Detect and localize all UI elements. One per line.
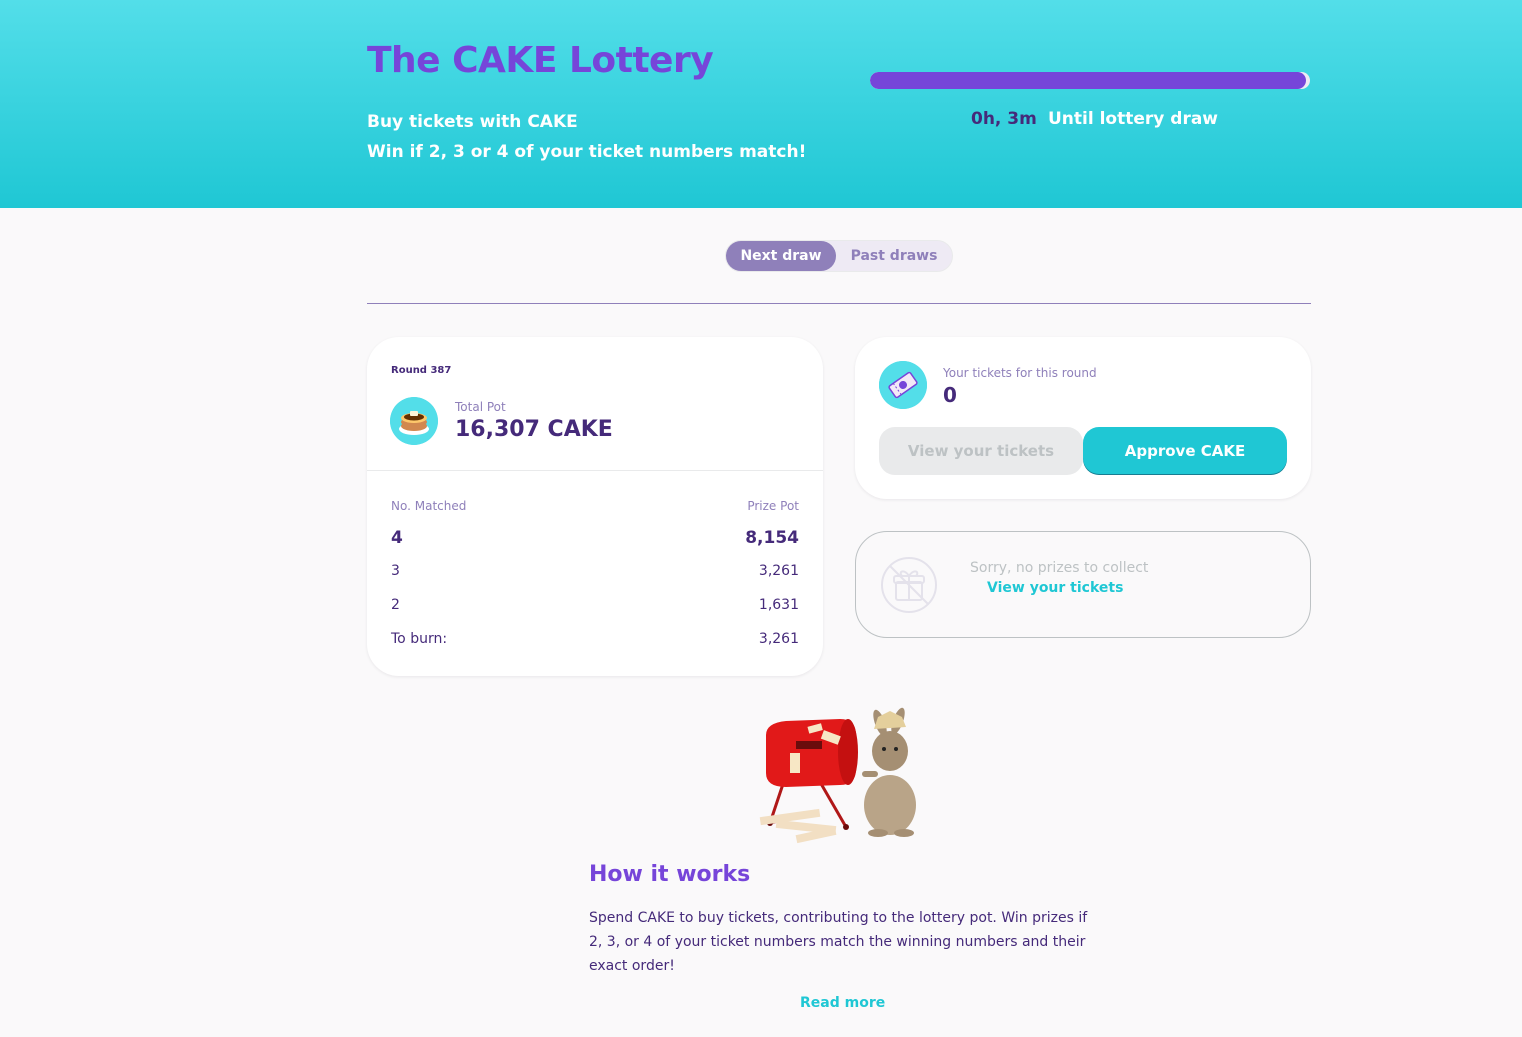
prize-pot-card: Round 387 Total Pot 16,307 CAKE No. Matc…: [367, 337, 823, 676]
table-row: 3 3,261: [391, 563, 799, 579]
matched-value: 3: [391, 563, 400, 579]
matched-value: 2: [391, 597, 400, 613]
tickets-caption: Your tickets for this round: [943, 366, 1097, 380]
tab-next-draw[interactable]: Next draw: [726, 241, 836, 271]
card-divider: [367, 470, 823, 471]
pancake-icon: [390, 397, 438, 445]
no-prizes-message: Sorry, no prizes to collect: [970, 560, 1149, 576]
tab-past-draws[interactable]: Past draws: [836, 241, 952, 271]
prize-collect-card: Sorry, no prizes to collect View your ti…: [855, 531, 1311, 638]
read-more-link[interactable]: Read more: [800, 995, 885, 1011]
hero-banner: The CAKE Lottery Buy tickets with CAKE W…: [0, 0, 1522, 208]
your-tickets-card: Your tickets for this round 0 View your …: [855, 337, 1311, 499]
approve-cake-button[interactable]: Approve CAKE: [1083, 427, 1287, 475]
page-title: The CAKE Lottery: [367, 40, 714, 81]
view-tickets-button[interactable]: View your tickets: [879, 427, 1083, 475]
draw-progress-fill: [870, 72, 1306, 89]
how-it-works-text: Spend CAKE to buy tickets, contributing …: [589, 910, 1088, 974]
table-row: 4 8,154: [391, 528, 799, 548]
matched-header: No. Matched: [391, 499, 467, 513]
table-row: 2 1,631: [391, 597, 799, 613]
prize-value: 3,261: [758, 563, 799, 579]
section-divider: [367, 303, 1311, 304]
matched-value: 4: [391, 528, 403, 548]
hero-subtitle-2: Win if 2, 3 or 4 of your ticket numbers …: [367, 142, 807, 162]
view-your-tickets-link[interactable]: View your tickets: [987, 580, 1123, 596]
burn-value: 3,261: [758, 631, 799, 647]
prize-value: 1,631: [758, 597, 799, 613]
prize-header: Prize Pot: [747, 499, 799, 513]
hero-subtitle-1: Buy tickets with CAKE: [367, 112, 578, 132]
countdown-label: Until lottery draw: [1048, 109, 1219, 129]
draw-progress-bar: [870, 72, 1310, 89]
tickets-count: 0: [943, 383, 957, 407]
draw-tabs: Next draw Past draws: [725, 240, 953, 272]
no-prize-gift-icon: [880, 556, 938, 614]
round-label: Round 387: [391, 365, 452, 376]
table-row: To burn: 3,261: [391, 631, 799, 647]
ticket-icon: [879, 361, 927, 409]
countdown-value: 0h, 3m: [971, 109, 1037, 129]
burn-label: To burn:: [391, 631, 448, 647]
how-it-works-title: How it works: [589, 862, 751, 887]
total-pot-caption: Total Pot: [455, 400, 506, 414]
lottery-bunny-illustration: [756, 705, 924, 849]
prize-value: 8,154: [745, 528, 799, 548]
total-pot-value: 16,307 CAKE: [455, 417, 613, 442]
